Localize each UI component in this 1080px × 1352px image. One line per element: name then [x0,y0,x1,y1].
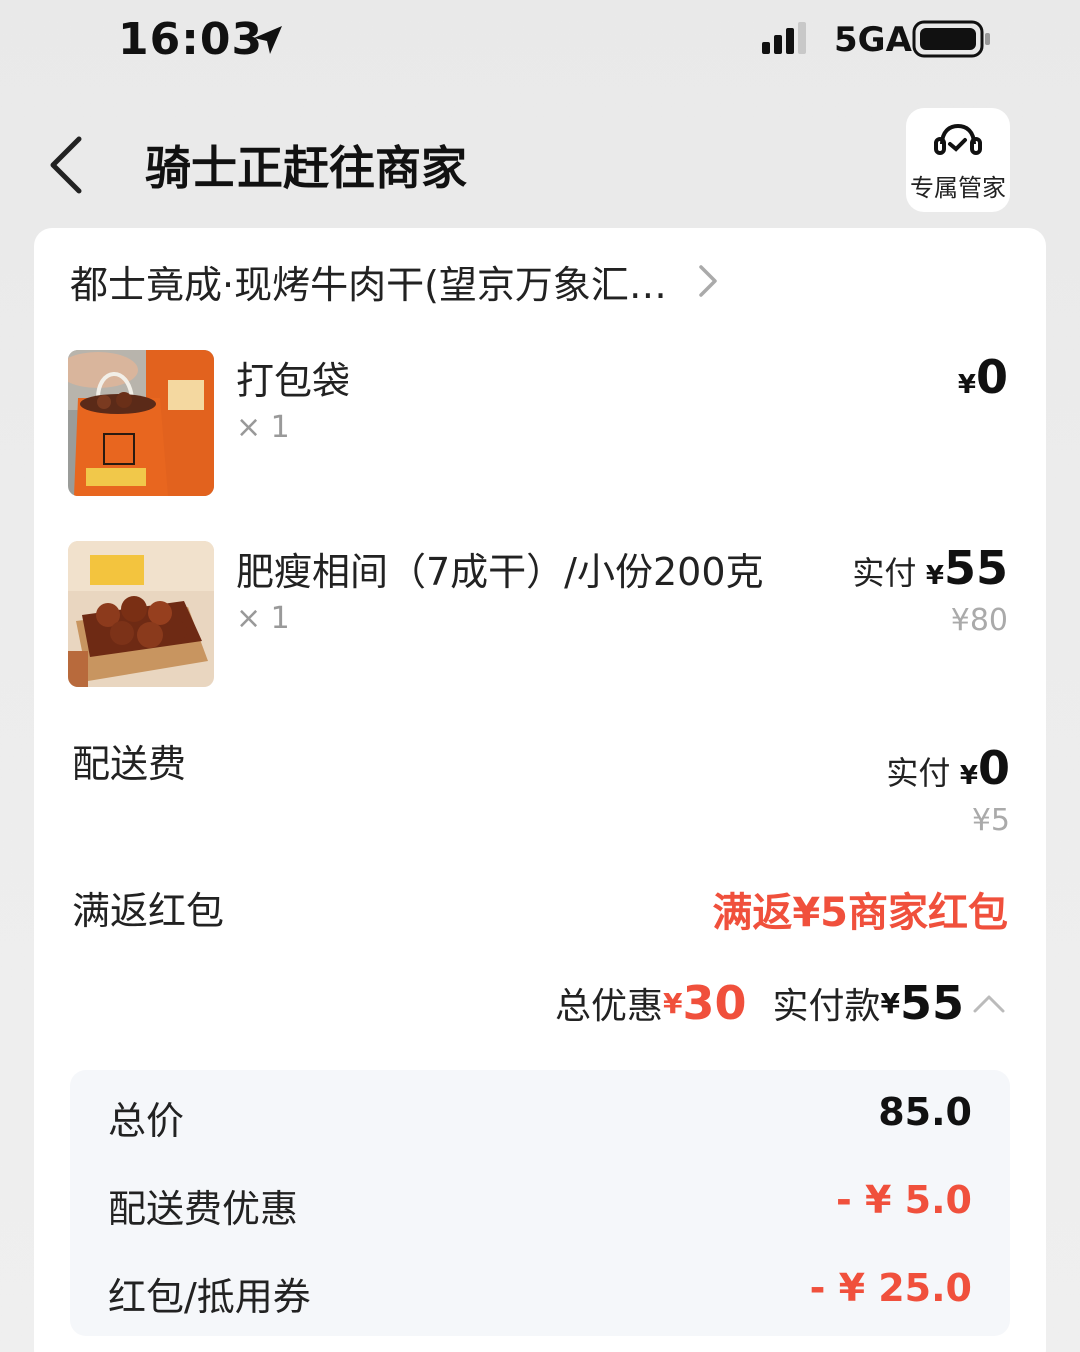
signal-icon [762,22,806,54]
payment-summary[interactable]: 总优惠 ¥ 30 实付款 ¥ 55 [555,976,1006,1030]
discount-amount: 30 [682,976,747,1030]
currency-symbol: ¥ [959,761,978,791]
total-price-value: 85.0 [878,1090,972,1134]
headset-icon [934,123,982,155]
network-type: 5GA [834,20,912,60]
paid-amount-label: 实付款 [772,986,881,1027]
status-bar: 16:03 5GA [0,0,1080,80]
paid-amount: 55 [899,976,964,1030]
breakdown-row: 配送费优惠 - ¥ 5.0 [108,1178,972,1231]
item-image [68,541,214,687]
item-quantity: × 1 [236,410,290,445]
breakdown-row: 红包/抵用券 - ¥ 25.0 [108,1266,972,1319]
total-price-label: 总价 [108,1099,185,1143]
price-breakdown: 总价 85.0 配送费优惠 - ¥ 5.0 红包/抵用券 - ¥ 25.0 [70,1070,1010,1336]
location-arrow-icon [254,26,282,54]
currency-symbol: ¥ [957,370,976,400]
item-price: ¥0 [958,350,1008,404]
service-label: 专属管家 [910,174,1006,202]
dedicated-service-button[interactable]: 专属管家 [906,108,1010,212]
list-item[interactable]: 肥瘦相间（7成干）/小份200克 × 1 实付 ¥55 ¥80 [68,541,1008,687]
price-amount: 55 [943,541,1008,595]
price-amount: 0 [977,741,1010,795]
order-card: 都士竟成·现烤牛肉干(望京万象汇… 打包袋 × 1 ¥0 肥瘦相间（7成干）/小… [34,228,1046,1352]
promo-value: 满返¥5商家红包 [712,890,1008,936]
promo-row: 满返红包 满返¥5商家红包 [72,880,1008,936]
list-item[interactable]: 打包袋 × 1 ¥0 [68,350,1008,496]
promo-label: 满返红包 [72,889,225,933]
paid-label: 实付 [886,754,951,792]
breakdown-row: 总价 85.0 [108,1090,972,1143]
shop-row[interactable]: 都士竟成·现烤牛肉干(望京万象汇… [70,256,719,307]
back-chevron-icon [50,136,82,194]
original-price: ¥80 [950,603,1008,638]
shop-name: 都士竟成·现烤牛肉干(望京万象汇… [70,262,667,307]
delivery-discount-value: - ¥ 5.0 [836,1178,972,1222]
item-image [68,350,214,496]
delivery-fee-row: 配送费 实付 ¥0 ¥5 [72,733,1010,838]
original-price: ¥5 [971,803,1010,838]
delivery-fee-label: 配送费 [72,742,187,786]
coupon-value: - ¥ 25.0 [809,1266,972,1310]
page-header: 骑士正赶往商家 专属管家 [0,100,1080,220]
item-name: 打包袋 [236,359,351,403]
coupon-label: 红包/抵用券 [108,1275,311,1319]
discount-label: 总优惠 [554,986,663,1027]
status-time: 16:03 [118,14,264,65]
back-button[interactable] [40,130,90,200]
delivery-price: 实付 ¥0 ¥5 [886,741,1010,838]
currency-symbol: ¥ [880,986,900,1020]
item-price: 实付 ¥55 ¥80 [852,541,1008,638]
chevron-right-icon [699,265,717,297]
currency-symbol: ¥ [662,986,683,1020]
item-quantity: × 1 [236,601,290,636]
delivery-discount-label: 配送费优惠 [108,1187,299,1231]
chevron-up-icon[interactable] [972,992,1006,1014]
page-title: 骑士正赶往商家 [145,141,467,195]
paid-label: 实付 [852,554,917,592]
item-name: 肥瘦相间（7成干）/小份200克 [236,550,764,594]
currency-symbol: ¥ [925,561,944,591]
price-amount: 0 [975,350,1008,404]
battery-icon [912,20,990,58]
